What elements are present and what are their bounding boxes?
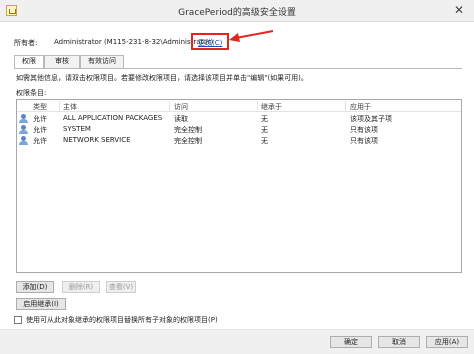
cell-type: 允许 <box>33 126 47 134</box>
replace-child-permissions-checkbox[interactable] <box>14 316 22 324</box>
cell-applies-to: 只有该项 <box>350 137 378 145</box>
cell-inherited-from: 无 <box>261 115 268 123</box>
column-divider <box>257 101 258 111</box>
annotation-highlight-box <box>191 33 229 50</box>
cell-type: 允许 <box>33 137 47 145</box>
view-button[interactable]: 查看(V) <box>106 281 136 293</box>
cancel-button[interactable]: 取消 <box>378 336 420 348</box>
header-type[interactable]: 类型 <box>33 102 47 112</box>
description-text: 如需其他信息，请双击权限项目。若要修改权限项目，请选择该项目并单击"编辑"(如果… <box>16 74 308 82</box>
tab-divider <box>14 68 462 69</box>
column-divider <box>169 101 170 111</box>
apply-button[interactable]: 应用(A) <box>426 336 468 348</box>
cell-inherited-from: 无 <box>261 126 268 134</box>
cell-inherited-from: 无 <box>261 137 268 145</box>
cell-principal: SYSTEM <box>63 125 91 133</box>
column-divider <box>345 101 346 111</box>
user-group-icon <box>19 114 28 123</box>
cell-principal: ALL APPLICATION PACKAGES <box>63 114 163 122</box>
header-access[interactable]: 访问 <box>174 102 188 112</box>
tab-effective-access[interactable]: 有效访问 <box>80 55 124 68</box>
table-row[interactable]: 允许 NETWORK SERVICE 完全控制 无 只有该项 <box>17 135 461 146</box>
owner-value: Administrator (M115-231-8-32\Administrat… <box>54 38 214 46</box>
cell-access: 读取 <box>174 115 188 123</box>
cell-applies-to: 该项及其子项 <box>350 115 392 123</box>
cell-applies-to: 只有该项 <box>350 126 378 134</box>
replace-child-permissions-label: 使用可从此对象继承的权限项目替换所有子对象的权限项目(P) <box>26 316 218 324</box>
dialog-footer: 确定 取消 应用(A) <box>0 330 474 354</box>
add-button[interactable]: 添加(D) <box>16 281 54 293</box>
enable-inheritance-button[interactable]: 启用继承(I) <box>16 298 66 310</box>
tab-permissions[interactable]: 权限 <box>14 55 44 69</box>
user-group-icon <box>19 125 28 134</box>
cell-access: 完全控制 <box>174 137 202 145</box>
annotation-arrow-icon <box>229 30 274 42</box>
table-row[interactable]: 允许 ALL APPLICATION PACKAGES 读取 无 该项及其子项 <box>17 113 461 124</box>
cell-principal: NETWORK SERVICE <box>63 136 131 144</box>
user-group-icon <box>19 136 28 145</box>
header-inherited-from[interactable]: 继承于 <box>261 102 282 112</box>
entries-label: 权限条目: <box>16 89 47 97</box>
table-row[interactable]: 允许 SYSTEM 完全控制 无 只有该项 <box>17 124 461 135</box>
owner-label: 所有者: <box>14 39 38 47</box>
column-divider <box>59 101 60 111</box>
table-header: 类型 主体 访问 继承于 应用于 <box>17 100 461 112</box>
cell-type: 允许 <box>33 115 47 123</box>
close-button[interactable]: ✕ <box>452 3 466 17</box>
header-principal[interactable]: 主体 <box>63 102 77 112</box>
permission-entries-table[interactable]: 类型 主体 访问 继承于 应用于 允许 ALL APPLICATION PACK… <box>16 99 462 273</box>
ok-button[interactable]: 确定 <box>330 336 372 348</box>
header-applies-to[interactable]: 应用于 <box>350 102 371 112</box>
title-bar: GracePeriod的高级安全设置 ✕ <box>0 0 474 22</box>
tab-auditing[interactable]: 审核 <box>44 55 80 68</box>
remove-button[interactable]: 删除(R) <box>62 281 100 293</box>
window-title: GracePeriod的高级安全设置 <box>178 8 296 18</box>
cell-access: 完全控制 <box>174 126 202 134</box>
